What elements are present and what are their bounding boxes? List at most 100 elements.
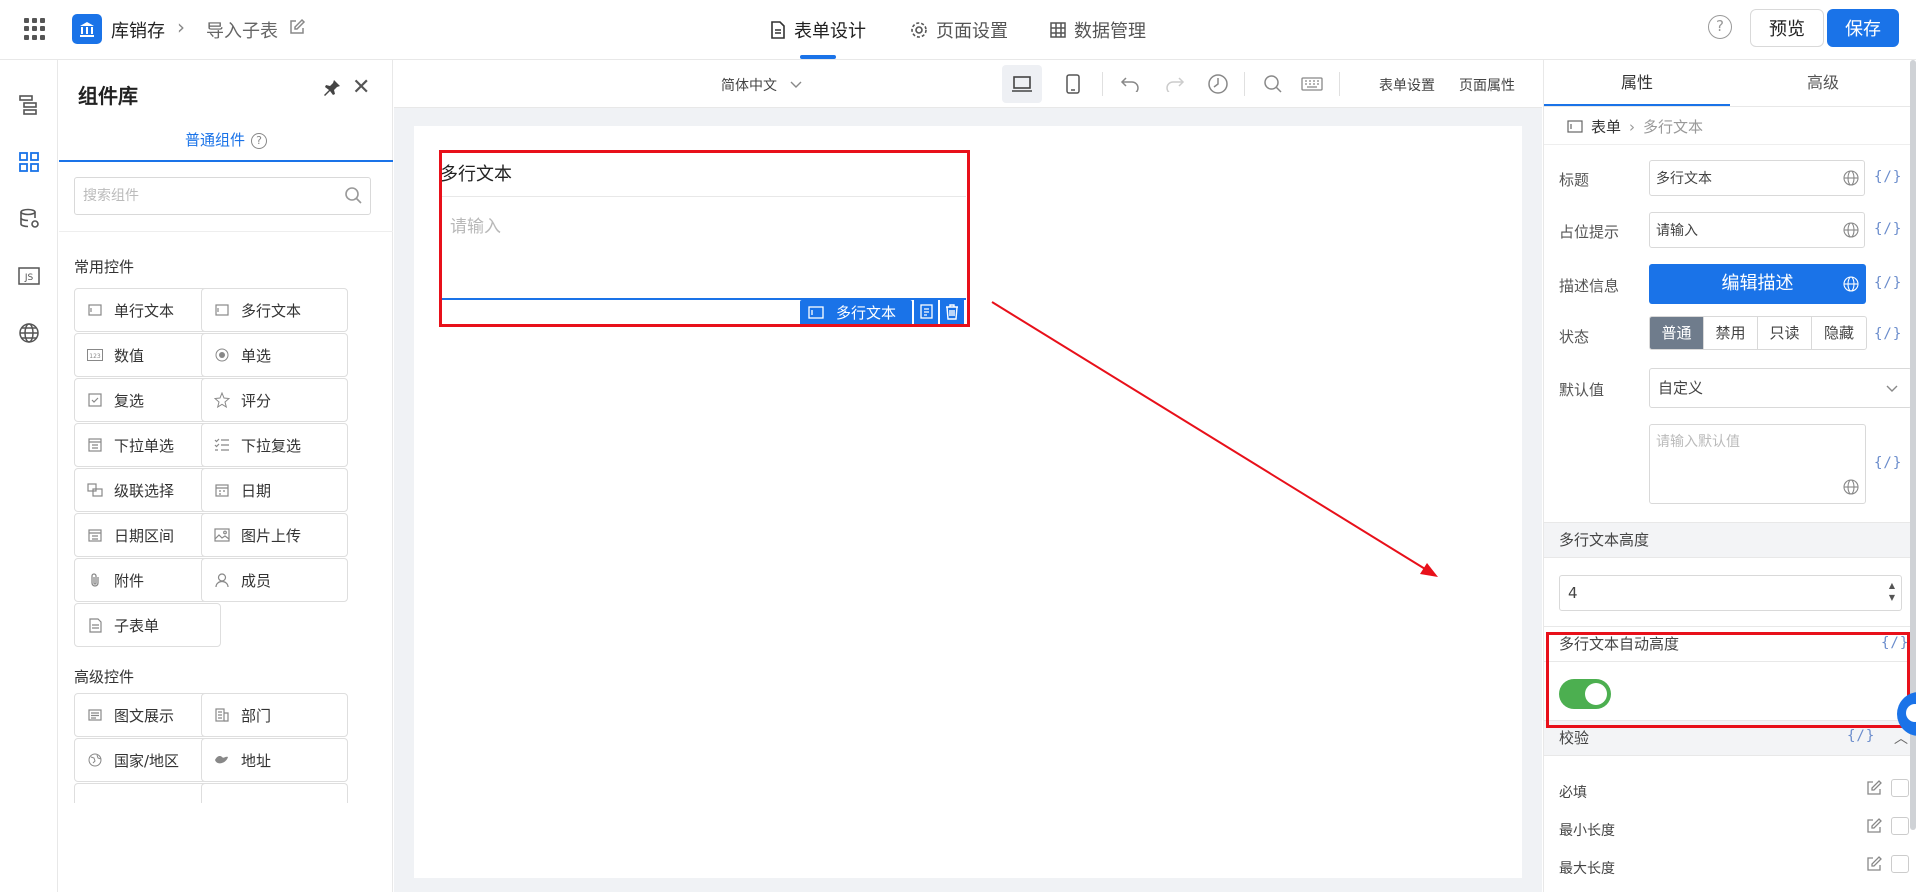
expression-icon[interactable]: {/}: [1874, 169, 1902, 185]
js-code-icon[interactable]: JS: [16, 263, 42, 289]
component-label: 日期区间: [114, 526, 175, 545]
preview-button[interactable]: 预览: [1750, 9, 1824, 47]
component-partial[interactable]: [74, 783, 221, 803]
tab-advanced[interactable]: 高级: [1730, 60, 1916, 106]
tab-properties[interactable]: 属性: [1544, 60, 1730, 106]
title-input[interactable]: [1649, 160, 1865, 196]
page-properties-link[interactable]: 页面属性: [1459, 75, 1515, 95]
breadcrumb-current[interactable]: 导入子表: [206, 17, 278, 43]
apps-grid-icon[interactable]: [24, 16, 48, 40]
component-date[interactable]: 日期: [201, 468, 348, 512]
chevron-down-icon[interactable]: [784, 72, 808, 96]
search-input[interactable]: [74, 177, 371, 215]
form-icon: [1567, 120, 1583, 133]
label-description: 描述信息: [1559, 277, 1620, 295]
component-radio[interactable]: 单选: [201, 333, 348, 377]
rule-checkbox[interactable]: [1891, 855, 1909, 873]
component-rating[interactable]: 评分: [201, 378, 348, 422]
language-select[interactable]: 简体中文: [721, 75, 777, 95]
component-country-region[interactable]: 国家/地区: [74, 738, 221, 782]
component-date-range[interactable]: 日期区间: [74, 513, 221, 557]
mobile-icon[interactable]: [1061, 72, 1085, 96]
crumb-form[interactable]: 表单: [1591, 116, 1621, 137]
component-dropdown-multi[interactable]: 下拉复选: [201, 423, 348, 467]
top-bar: 库销存 › 导入子表 表单设计 页面设置 数据管理 ? 预览 保存: [0, 0, 1916, 60]
divider: [1102, 72, 1103, 96]
close-icon[interactable]: ✕: [352, 75, 370, 100]
label-placeholder: 占位提示: [1559, 223, 1620, 241]
desktop-icon[interactable]: [1010, 72, 1034, 96]
app-logo-icon: [72, 14, 102, 44]
component-member[interactable]: 成员: [201, 558, 348, 602]
component-image-upload[interactable]: 图片上传: [201, 513, 348, 557]
expression-icon[interactable]: {/}: [1874, 455, 1902, 471]
components-grid-icon[interactable]: [16, 149, 42, 175]
state-readonly[interactable]: 只读: [1758, 317, 1812, 349]
state-hidden[interactable]: 隐藏: [1812, 317, 1866, 349]
tab-common-components[interactable]: 普通组件?: [59, 128, 393, 162]
component-attachment[interactable]: 附件: [74, 558, 221, 602]
rule-max-length: 最大长度: [1559, 855, 1909, 878]
stepper-arrows-icon[interactable]: ▲ ▼: [1889, 580, 1895, 604]
tab-page-settings[interactable]: 页面设置: [910, 17, 1008, 43]
component-partial[interactable]: [201, 783, 348, 803]
edit-description-button[interactable]: 编辑描述: [1649, 264, 1866, 304]
tab-common-components-label: 普通组件: [184, 131, 245, 149]
tab-form-design[interactable]: 表单设计: [770, 17, 866, 43]
tab-data-management[interactable]: 数据管理: [1050, 17, 1146, 43]
edit-icon[interactable]: [1866, 780, 1882, 800]
search-icon[interactable]: [1261, 72, 1285, 96]
checkbox-icon: [87, 392, 103, 408]
outline-tree-icon[interactable]: [16, 92, 42, 118]
component-subform[interactable]: 子表单: [74, 603, 221, 647]
textarea-icon: [214, 302, 230, 318]
globe-icon[interactable]: [1842, 275, 1860, 293]
globe-icon[interactable]: [1842, 169, 1860, 187]
help-icon[interactable]: ?: [251, 133, 267, 149]
rule-checkbox[interactable]: [1891, 779, 1909, 797]
component-cascader[interactable]: 级联选择: [74, 468, 221, 512]
default-value-textarea[interactable]: [1649, 424, 1866, 504]
tab-data-management-label: 数据管理: [1074, 21, 1146, 42]
state-normal[interactable]: 普通: [1650, 317, 1704, 349]
globe-icon[interactable]: [1842, 221, 1860, 239]
globe-icon[interactable]: [1842, 478, 1860, 496]
component-checkbox[interactable]: 复选: [74, 378, 221, 422]
expression-icon[interactable]: {/}: [1874, 275, 1902, 291]
rule-checkbox[interactable]: [1891, 817, 1909, 835]
component-department[interactable]: 部门: [201, 693, 348, 737]
label-title: 标题: [1559, 171, 1590, 189]
form-settings-link[interactable]: 表单设置: [1379, 75, 1435, 95]
data-source-icon[interactable]: [16, 206, 42, 232]
help-icon[interactable]: ?: [1708, 15, 1732, 39]
expression-icon[interactable]: {/}: [1847, 728, 1875, 744]
component-dropdown-single[interactable]: 下拉单选: [74, 423, 221, 467]
component-multi-line-text[interactable]: 多行文本: [201, 288, 348, 332]
search-icon[interactable]: [344, 186, 362, 208]
keyboard-icon[interactable]: [1300, 72, 1324, 96]
undo-icon[interactable]: [1118, 72, 1142, 96]
history-icon[interactable]: [1206, 72, 1230, 96]
edit-icon[interactable]: [1866, 818, 1882, 838]
component-single-line-text[interactable]: 单行文本: [74, 288, 221, 332]
save-button[interactable]: 保存: [1827, 9, 1899, 47]
component-number[interactable]: 123 数值: [74, 333, 221, 377]
globe-icon[interactable]: [16, 320, 42, 346]
component-address[interactable]: 地址: [201, 738, 348, 782]
component-label: 图文展示: [114, 706, 175, 725]
default-value-mode-select[interactable]: 自定义: [1649, 368, 1912, 408]
edit-icon[interactable]: [1866, 856, 1882, 876]
redo-icon[interactable]: [1163, 72, 1187, 96]
pin-icon[interactable]: [322, 78, 342, 102]
component-rich-display[interactable]: 图文展示: [74, 693, 221, 737]
expression-icon[interactable]: {/}: [1874, 221, 1902, 237]
component-label: 地址: [241, 751, 272, 770]
app-name[interactable]: 库销存: [111, 17, 165, 43]
expression-icon[interactable]: {/}: [1874, 326, 1902, 342]
component-label: 附件: [114, 571, 145, 590]
component-label: 下拉复选: [241, 436, 302, 455]
state-disabled[interactable]: 禁用: [1704, 317, 1758, 349]
height-number-input[interactable]: 4 ▲ ▼: [1559, 575, 1902, 611]
edit-name-icon[interactable]: [288, 18, 306, 40]
placeholder-input[interactable]: [1649, 212, 1865, 248]
